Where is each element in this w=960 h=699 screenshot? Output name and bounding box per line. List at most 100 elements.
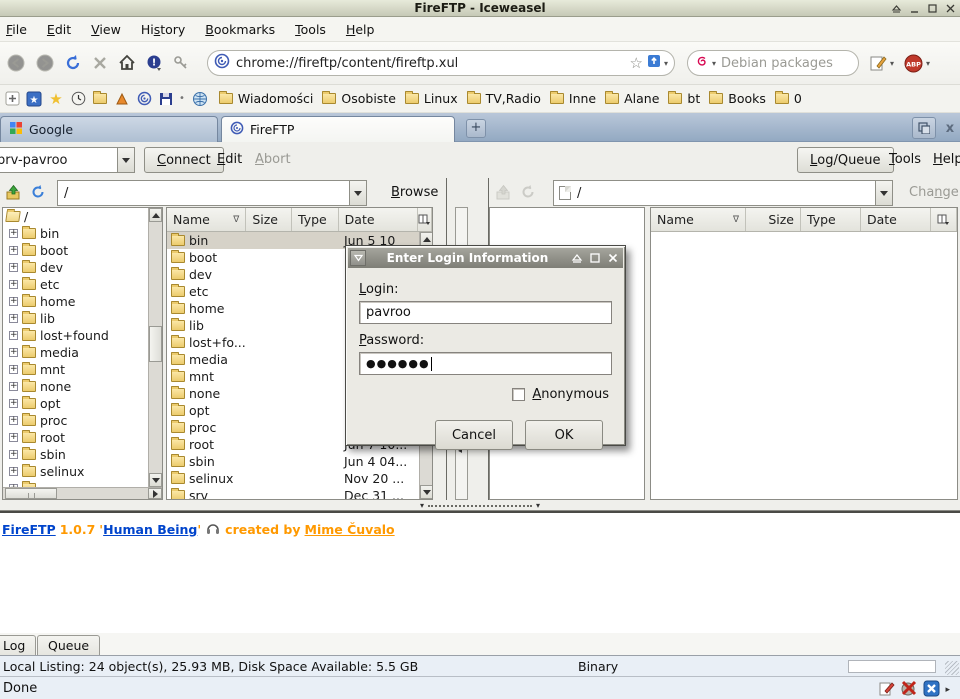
bookmark-folder[interactable]: Alane xyxy=(605,91,659,106)
menu-tools[interactable]: Tools xyxy=(285,19,336,40)
expander-icon[interactable]: + xyxy=(9,229,18,238)
anonymous-checkbox[interactable] xyxy=(512,388,525,401)
tree-vertical-scrollbar[interactable] xyxy=(148,208,162,487)
bookmark-folder[interactable]: Wiadomości xyxy=(219,91,313,106)
close-tab-button[interactable]: x xyxy=(942,121,958,136)
fireftp-bookmark-icon[interactable] xyxy=(134,89,154,109)
tree-item-none[interactable]: +none xyxy=(3,378,148,395)
tree-root-item[interactable]: / xyxy=(3,208,148,225)
back-button[interactable] xyxy=(3,50,29,76)
home-button[interactable] xyxy=(115,50,139,76)
local-refresh-icon[interactable] xyxy=(29,183,47,201)
file-row-selinux[interactable]: selinuxNov 20 ... xyxy=(167,470,419,487)
tree-item-etc[interactable]: +etc xyxy=(3,276,148,293)
expander-icon[interactable]: + xyxy=(9,365,18,374)
abp-dropdown-icon[interactable]: ▾ xyxy=(926,59,930,68)
compose-dropdown-icon[interactable]: ▾ xyxy=(890,59,894,68)
author-link[interactable]: Mime Čuvalo xyxy=(305,522,395,537)
remote-tree-list-splitter[interactable] xyxy=(646,207,649,500)
transfer-mode-label[interactable]: Binary xyxy=(578,659,618,674)
remote-path-dropdown-icon[interactable] xyxy=(875,181,892,205)
expander-icon[interactable]: + xyxy=(9,467,18,476)
blocked-status-icon[interactable] xyxy=(900,679,918,699)
help-menu-button[interactable]: Help xyxy=(927,152,960,167)
dialog-titlebar[interactable]: Enter Login Information xyxy=(348,248,623,268)
tree-item-dev[interactable]: +dev xyxy=(3,259,148,276)
expander-icon[interactable]: + xyxy=(9,382,18,391)
add-bookmark-icon[interactable] xyxy=(2,89,22,109)
bookmark-folder[interactable]: Linux xyxy=(405,91,458,106)
local-path-dropdown-icon[interactable] xyxy=(349,181,366,205)
fireftp-link[interactable]: FireFTP xyxy=(2,522,56,537)
dialog-menu-icon[interactable] xyxy=(350,250,366,266)
column-picker-icon[interactable] xyxy=(931,208,957,231)
browse-button[interactable]: Browse xyxy=(385,185,444,200)
tree-horizontal-scrollbar[interactable] xyxy=(3,487,162,499)
account-select[interactable]: prv-pavroo xyxy=(0,147,135,173)
tab-fireftp[interactable]: FireFTP xyxy=(221,116,455,142)
minimize-window-icon[interactable] xyxy=(907,1,921,15)
expander-icon[interactable]: + xyxy=(9,297,18,306)
tree-item-root[interactable]: +root xyxy=(3,429,148,446)
folders-icon[interactable] xyxy=(90,89,110,109)
tab-log[interactable]: Log xyxy=(0,635,36,655)
scroll-right-icon[interactable] xyxy=(148,488,162,499)
file-row-sbin[interactable]: sbinJun 4 04... xyxy=(167,453,419,470)
expander-icon[interactable]: + xyxy=(9,416,18,425)
shade-window-icon[interactable] xyxy=(889,1,903,15)
tree-item-mnt[interactable]: +mnt xyxy=(3,361,148,378)
expander-icon[interactable]: + xyxy=(9,246,18,255)
splitter-arrow-icon[interactable]: ▾ xyxy=(536,502,540,510)
edit-account-button[interactable]: Edit xyxy=(211,152,248,167)
bookmark-folder[interactable]: Inne xyxy=(550,91,596,106)
password-input[interactable]: ●●●●●● xyxy=(359,352,612,375)
menu-help[interactable]: Help xyxy=(336,19,385,40)
adblock-plus-button[interactable]: ABP▾ xyxy=(904,54,930,73)
page-info-icon[interactable]: ! xyxy=(142,50,166,76)
menu-view[interactable]: View xyxy=(81,19,131,40)
close-window-icon[interactable] xyxy=(943,1,957,15)
splitter-grippy[interactable] xyxy=(428,505,532,507)
search-placeholder[interactable]: Debian packages xyxy=(721,56,851,71)
scrollbar-thumb[interactable] xyxy=(149,326,162,362)
expander-icon[interactable]: + xyxy=(9,263,18,272)
scroll-down-icon[interactable] xyxy=(420,485,433,499)
compose-status-icon[interactable] xyxy=(878,680,895,699)
menu-history[interactable]: History xyxy=(131,19,195,40)
expander-icon[interactable]: + xyxy=(9,280,18,289)
starred-icon[interactable]: ★ xyxy=(46,89,66,109)
search-bar[interactable]: ▾ Debian packages xyxy=(687,50,859,76)
save-floppy-icon[interactable] xyxy=(156,89,176,109)
tree-item-proc[interactable]: +proc xyxy=(3,412,148,429)
tree-item-sbin[interactable]: +sbin xyxy=(3,446,148,463)
stop-button[interactable] xyxy=(88,50,112,76)
column-header-type[interactable]: Type xyxy=(292,208,339,231)
expander-icon[interactable]: + xyxy=(9,348,18,357)
bookmark-folder[interactable]: Books xyxy=(709,91,766,106)
url-bar[interactable]: chrome://fireftp/content/fireftp.xul ☆ ▾ xyxy=(207,50,675,76)
scroll-down-icon[interactable] xyxy=(149,473,162,487)
tools-menu-button[interactable]: Tools xyxy=(883,152,927,167)
codename-link[interactable]: Human Being xyxy=(103,522,197,537)
menu-file[interactable]: File xyxy=(0,19,37,40)
expander-icon[interactable]: + xyxy=(9,450,18,459)
account-dropdown-icon[interactable] xyxy=(117,148,134,172)
column-header-name[interactable]: Name∇ xyxy=(167,208,246,231)
menu-bookmarks[interactable]: Bookmarks xyxy=(195,19,285,40)
expander-icon[interactable]: + xyxy=(9,433,18,442)
expander-icon[interactable]: + xyxy=(9,331,18,340)
statusbar-expand-icon[interactable]: ▸ xyxy=(945,685,950,695)
extension-status-icon[interactable] xyxy=(923,680,940,699)
column-header-date[interactable]: Date xyxy=(339,208,418,231)
debian-search-engine-icon[interactable] xyxy=(695,54,709,72)
tree-item-media[interactable]: +media xyxy=(3,344,148,361)
local-parent-dir-icon[interactable] xyxy=(4,183,22,201)
expander-icon[interactable]: + xyxy=(9,399,18,408)
log-queue-button[interactable]: Log/Queue xyxy=(797,147,894,173)
column-header-date[interactable]: Date xyxy=(861,208,931,231)
history-clock-icon[interactable] xyxy=(68,89,88,109)
column-header-size[interactable]: Size xyxy=(746,208,801,231)
list-all-tabs-button[interactable] xyxy=(912,117,936,139)
remote-path-select[interactable]: / xyxy=(553,180,893,206)
go-button-icon[interactable] xyxy=(647,54,661,72)
